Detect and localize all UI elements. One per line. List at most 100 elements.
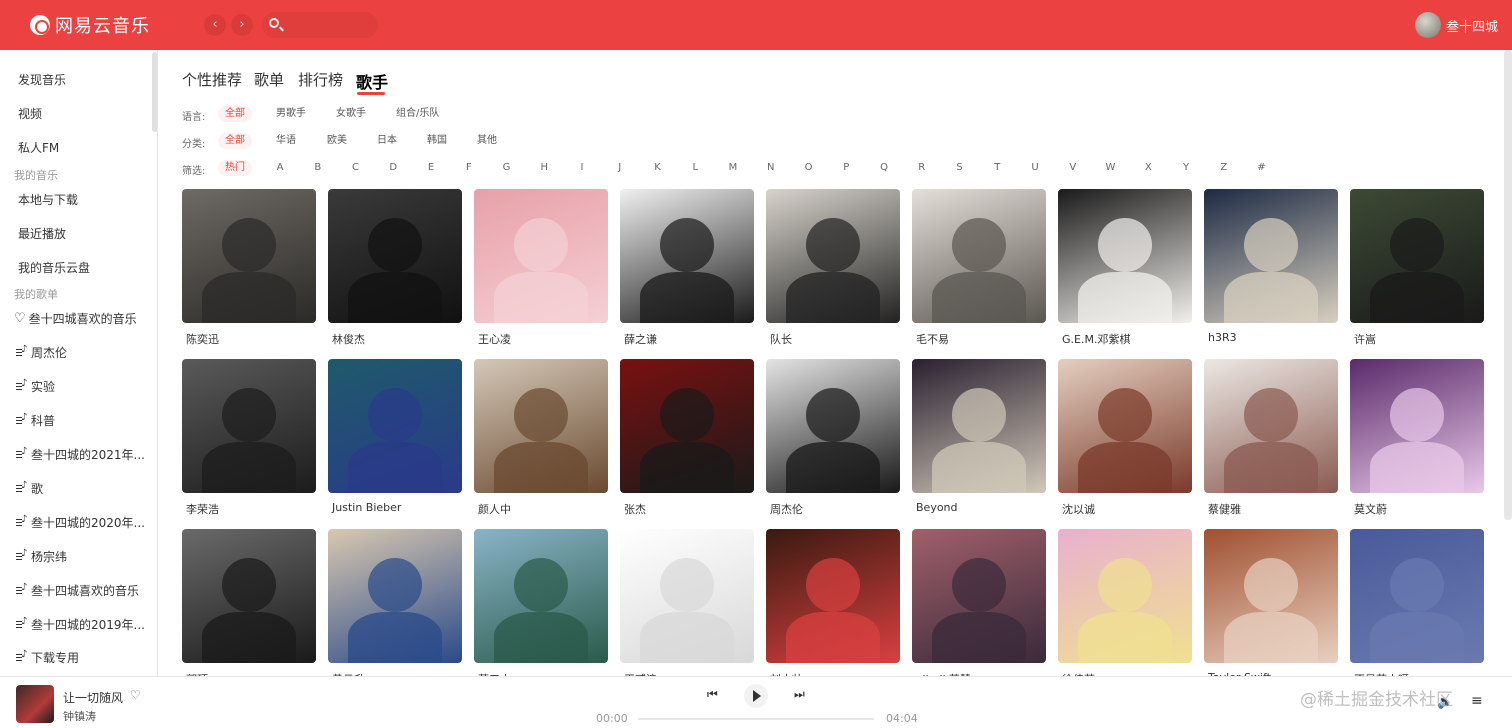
artist-name[interactable]: 李荣浩: [186, 501, 316, 517]
artist-name[interactable]: 蔡健雅: [1208, 501, 1338, 517]
artist-card[interactable]: 王贰浪: [620, 529, 754, 676]
filter-category-korea[interactable]: 韩国: [420, 133, 454, 149]
artist-name[interactable]: 周杰伦: [770, 501, 900, 517]
sidebar-playlist-item[interactable]: 周杰伦: [16, 344, 67, 361]
sidebar-item-fm[interactable]: 私人FM: [18, 139, 59, 156]
artist-card[interactable]: 陈奕迅: [182, 189, 316, 347]
artist-card[interactable]: 不是花火呀: [1350, 529, 1484, 676]
filter-initial-letter[interactable]: R: [917, 162, 927, 173]
filter-initial-letter[interactable]: L: [690, 162, 700, 173]
sidebar-item-cloud[interactable]: 我的音乐云盘: [18, 259, 90, 276]
previous-track-icon[interactable]: ⏮: [707, 687, 718, 702]
filter-initial-letter[interactable]: P: [841, 162, 851, 173]
filter-initial-letter[interactable]: X: [1143, 162, 1153, 173]
artist-photo[interactable]: [182, 529, 316, 663]
filter-language-all[interactable]: 全部: [218, 106, 252, 122]
filter-language-group[interactable]: 组合/乐队: [389, 106, 446, 122]
artist-photo[interactable]: [474, 529, 608, 663]
filter-initial-letter[interactable]: A: [275, 162, 285, 173]
play-button[interactable]: [744, 684, 768, 708]
song-cover[interactable]: [16, 685, 54, 723]
artist-card[interactable]: 郭顶: [182, 529, 316, 676]
artist-photo[interactable]: [766, 529, 900, 663]
artist-name[interactable]: 队长: [770, 331, 900, 347]
filter-initial-letter[interactable]: V: [1068, 162, 1078, 173]
artist-name[interactable]: 沈以诚: [1062, 501, 1192, 517]
artist-card[interactable]: 毛不易: [912, 189, 1046, 347]
tab-recommend[interactable]: 个性推荐: [182, 69, 242, 90]
filter-initial-letter[interactable]: W: [1106, 162, 1116, 173]
artist-name[interactable]: 张杰: [624, 501, 754, 517]
artist-photo[interactable]: [912, 529, 1046, 663]
tab-artists[interactable]: 歌手: [356, 69, 388, 93]
sidebar-playlist-item[interactable]: 科普: [16, 412, 55, 429]
filter-category-all[interactable]: 全部: [218, 133, 252, 149]
sidebar-item-discover[interactable]: 发现音乐: [18, 71, 66, 88]
filter-initial-hot[interactable]: 热门: [218, 160, 252, 176]
artist-photo[interactable]: [1350, 359, 1484, 493]
artist-photo[interactable]: [1058, 359, 1192, 493]
filter-initial-letter[interactable]: Q: [879, 162, 889, 173]
main-scrollbar[interactable]: [1504, 50, 1512, 520]
sidebar-playlist-item[interactable]: 叁十四城的2019年...: [16, 616, 145, 633]
artist-card[interactable]: 王心凌: [474, 189, 608, 347]
progress-bar[interactable]: [638, 718, 874, 720]
filter-initial-letter[interactable]: G: [502, 162, 512, 173]
user-name[interactable]: 叁十四城: [1446, 16, 1498, 35]
artist-photo[interactable]: [912, 189, 1046, 323]
artist-photo[interactable]: [912, 359, 1046, 493]
artist-name[interactable]: 陈奕迅: [186, 331, 316, 347]
artist-photo[interactable]: [182, 189, 316, 323]
artist-card[interactable]: 李荣浩: [182, 359, 316, 517]
sidebar-playlist-item[interactable]: 叁十四城的2020年...: [16, 514, 145, 531]
artist-card[interactable]: 落五人: [474, 529, 608, 676]
next-track-icon[interactable]: ⏭: [794, 687, 805, 702]
artist-name[interactable]: Beyond: [916, 501, 1046, 514]
artist-photo[interactable]: [620, 189, 754, 323]
artist-photo[interactable]: [328, 189, 462, 323]
filter-initial-letter[interactable]: H: [539, 162, 549, 173]
artist-name[interactable]: h3R3: [1208, 331, 1338, 344]
song-artist[interactable]: 钟镇涛: [63, 708, 96, 724]
sidebar-playlist-item[interactable]: 实验: [16, 378, 55, 395]
artist-card[interactable]: 徐佳莹: [1058, 529, 1192, 676]
artist-card[interactable]: Justin Bieber: [328, 359, 462, 514]
artist-name[interactable]: 许嵩: [1354, 331, 1484, 347]
artist-photo[interactable]: [1204, 359, 1338, 493]
filter-initial-letter[interactable]: J: [615, 162, 625, 173]
artist-card[interactable]: 许嵩: [1350, 189, 1484, 347]
tab-playlists[interactable]: 歌单: [254, 69, 284, 90]
artist-card[interactable]: G.E.M.邓紫棋: [1058, 189, 1192, 347]
filter-initial-letter[interactable]: F: [464, 162, 474, 173]
filter-category-western[interactable]: 欧美: [320, 133, 354, 149]
filter-initial-letter[interactable]: M: [728, 162, 738, 173]
filter-category-other[interactable]: 其他: [470, 133, 504, 149]
artist-card[interactable]: 沈以诚: [1058, 359, 1192, 517]
song-title[interactable]: 让一切随风: [63, 689, 123, 706]
artist-photo[interactable]: [328, 359, 462, 493]
user-avatar[interactable]: [1414, 12, 1441, 38]
artist-photo[interactable]: [1058, 529, 1192, 663]
back-button[interactable]: ‹: [204, 14, 226, 36]
tab-charts[interactable]: 排行榜: [298, 69, 343, 90]
artist-photo[interactable]: [1058, 189, 1192, 323]
filter-initial-letter[interactable]: C: [351, 162, 361, 173]
artist-photo[interactable]: [474, 189, 608, 323]
filter-initial-letter[interactable]: Y: [1181, 162, 1191, 173]
artist-card[interactable]: 周杰伦: [766, 359, 900, 517]
filter-language-male[interactable]: 男歌手: [269, 106, 313, 122]
sidebar-item-local[interactable]: 本地与下载: [18, 191, 78, 208]
filter-initial-letter[interactable]: T: [992, 162, 1002, 173]
artist-card[interactable]: Beyond: [912, 359, 1046, 514]
artist-photo[interactable]: [1204, 529, 1338, 663]
filter-category-chinese[interactable]: 华语: [269, 133, 303, 149]
filter-initial-letter[interactable]: I: [577, 162, 587, 173]
filter-initial-letter[interactable]: N: [766, 162, 776, 173]
artist-card[interactable]: 黄云升: [328, 529, 462, 676]
volume-icon[interactable]: 🔈: [1437, 695, 1453, 710]
artist-name[interactable]: 王心凌: [478, 331, 608, 347]
sidebar-playlist-item[interactable]: 杨宗纬: [16, 548, 67, 565]
artist-photo[interactable]: [1204, 189, 1338, 323]
filter-initial-letter[interactable]: #: [1257, 162, 1267, 173]
artist-photo[interactable]: [766, 189, 900, 323]
